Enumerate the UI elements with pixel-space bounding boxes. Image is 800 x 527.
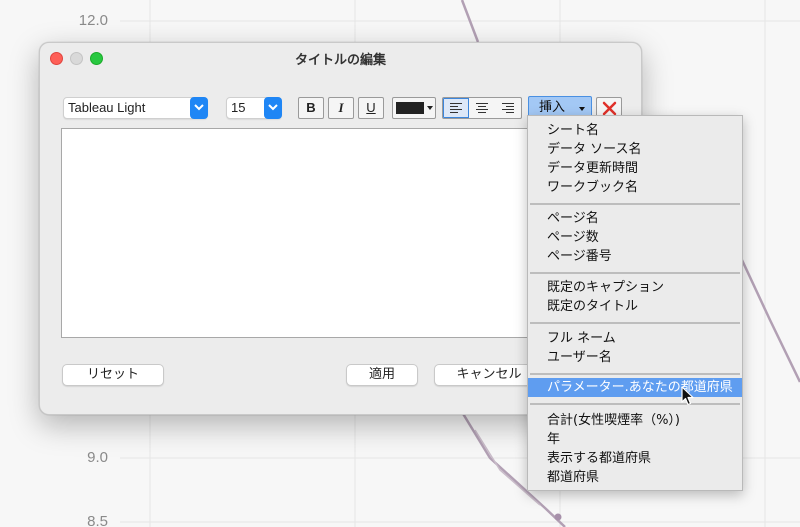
menu-separator xyxy=(530,403,740,405)
caret-down-icon xyxy=(579,107,585,111)
insert-menu: シート名 データ ソース名 データ更新時間 ワークブック名 ページ名 ページ数 … xyxy=(527,115,743,491)
menu-item-default-title[interactable]: 既定のタイトル xyxy=(528,297,742,316)
menu-separator xyxy=(530,322,740,324)
menu-item-default-caption[interactable]: 既定のキャプション xyxy=(528,278,742,297)
red-x-icon xyxy=(602,101,617,116)
menu-item-page-count[interactable]: ページ数 xyxy=(528,228,742,247)
color-swatch xyxy=(396,102,424,114)
font-size-select[interactable]: 15 xyxy=(226,97,282,119)
caret-down-icon xyxy=(427,106,433,110)
align-center-button[interactable] xyxy=(469,98,495,118)
align-center-icon xyxy=(476,103,488,113)
chevron-down-icon[interactable] xyxy=(190,97,208,119)
font-family-select[interactable]: Tableau Light xyxy=(63,97,208,119)
menu-item-sum-female-smoking-rate[interactable]: 合計(女性喫煙率（%）) xyxy=(528,411,742,430)
insert-label: 挿入 xyxy=(539,100,566,115)
menu-item-full-name[interactable]: フル ネーム xyxy=(528,329,742,348)
menu-item-page-name[interactable]: ページ名 xyxy=(528,209,742,228)
menu-separator xyxy=(530,203,740,205)
dialog-titlebar[interactable]: タイトルの編集 xyxy=(40,43,641,73)
apply-button[interactable]: 適用 xyxy=(346,364,418,386)
menu-item-sheet-name[interactable]: シート名 xyxy=(528,121,742,140)
menu-item-user-name[interactable]: ユーザー名 xyxy=(528,348,742,367)
font-size-value: 15 xyxy=(231,100,246,115)
chart-point xyxy=(554,513,562,521)
menu-item-parameter-prefecture[interactable]: パラメーター.あなたの都道府県 xyxy=(528,378,742,397)
bold-button[interactable]: B xyxy=(298,97,324,119)
reset-button[interactable]: リセット xyxy=(62,364,164,386)
alignment-group xyxy=(442,97,522,119)
dialog-title: タイトルの編集 xyxy=(294,53,386,68)
text-color-button[interactable] xyxy=(392,97,436,119)
menu-separator xyxy=(530,272,740,274)
align-right-icon xyxy=(502,103,514,113)
font-family-value: Tableau Light xyxy=(68,100,146,115)
underline-button[interactable]: U xyxy=(358,97,384,119)
menu-item-data-update-time[interactable]: データ更新時間 xyxy=(528,159,742,178)
title-text-editor[interactable] xyxy=(61,128,531,338)
chevron-down-icon[interactable] xyxy=(264,97,282,119)
menu-item-prefecture[interactable]: 都道府県 xyxy=(528,468,742,487)
y-tick-label: 12.0 xyxy=(78,12,108,29)
align-right-button[interactable] xyxy=(495,98,521,118)
menu-item-year[interactable]: 年 xyxy=(528,430,742,449)
menu-item-displayed-prefecture[interactable]: 表示する都道府県 xyxy=(528,449,742,468)
align-left-icon xyxy=(450,103,462,113)
menu-separator xyxy=(530,373,740,375)
y-tick-label: 9.0 xyxy=(87,449,108,466)
menu-item-data-source-name[interactable]: データ ソース名 xyxy=(528,140,742,159)
italic-button[interactable]: I xyxy=(328,97,354,119)
mouse-cursor-icon xyxy=(681,386,694,406)
menu-item-workbook-name[interactable]: ワークブック名 xyxy=(528,178,742,197)
menu-item-page-number[interactable]: ページ番号 xyxy=(528,247,742,266)
chart-series-line-right xyxy=(740,259,800,383)
y-tick-label: 8.5 xyxy=(87,513,108,527)
align-left-button[interactable] xyxy=(443,98,469,118)
